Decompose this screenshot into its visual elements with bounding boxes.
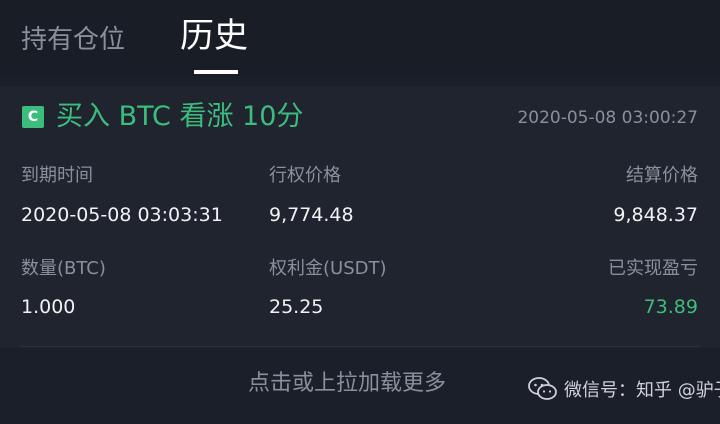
- watermark: 微信号：知乎 @驴子: [528, 372, 720, 406]
- settlement-price-label: 结算价格: [626, 165, 698, 186]
- tab-history[interactable]: 历史: [180, 16, 248, 56]
- premium-value: 25.25: [269, 296, 324, 318]
- wechat-icon: [528, 376, 558, 402]
- realized-pnl-value: 73.89: [643, 296, 698, 318]
- strike-price-value: 9,774.48: [269, 204, 354, 226]
- expiry-label: 到期时间: [21, 165, 93, 186]
- order-title: 买入 BTC 看涨 10分: [56, 101, 304, 132]
- premium-label: 权利金(USDT): [269, 258, 387, 279]
- top-tab-bar: 持有仓位 历史: [0, 0, 720, 76]
- quantity-value: 1.000: [21, 296, 76, 318]
- call-option-badge: C: [22, 106, 44, 128]
- load-more-button[interactable]: 点击或上拉加载更多: [248, 368, 446, 400]
- watermark-text: 微信号：知乎 @驴子: [564, 380, 720, 401]
- expiry-value: 2020-05-08 03:03:31: [21, 204, 223, 226]
- realized-pnl-label: 已实现盈亏: [608, 258, 698, 279]
- order-time: 2020-05-08 03:00:27: [517, 108, 698, 128]
- active-tab-indicator: [194, 70, 238, 74]
- divider: [21, 346, 699, 347]
- tab-holdings[interactable]: 持有仓位: [21, 20, 125, 60]
- quantity-label: 数量(BTC): [21, 258, 106, 279]
- strike-price-label: 行权价格: [269, 165, 341, 186]
- settlement-price-value: 9,848.37: [613, 204, 698, 226]
